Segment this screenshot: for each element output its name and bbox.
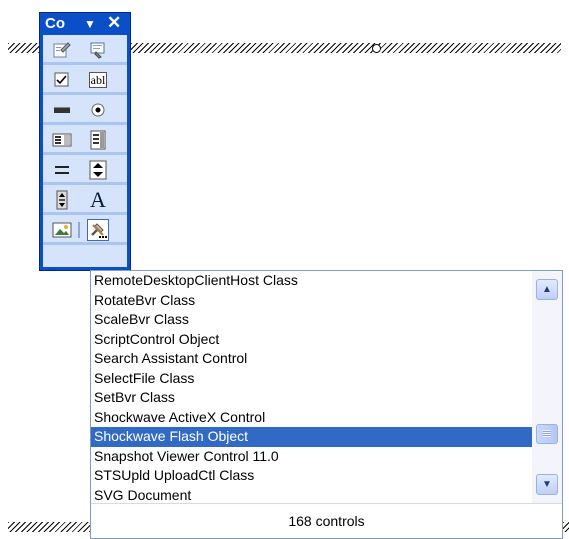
toolbox-buttons: abl A — [43, 35, 127, 267]
combobox-button[interactable] — [87, 129, 109, 151]
selection-border-top-left — [8, 43, 39, 53]
image-button[interactable] — [51, 219, 73, 241]
list-item-selected[interactable]: Shockwave Flash Object — [91, 427, 532, 447]
toolbar-options-icon[interactable]: ▼ — [84, 13, 96, 35]
list-item[interactable]: ScriptControl Object — [91, 330, 532, 350]
toolbox-titlebar[interactable]: Co ▼ ✕ — [40, 13, 130, 35]
spin-button-icon — [56, 190, 68, 210]
vertical-scrollbar[interactable]: ▲ ▼ — [532, 271, 562, 503]
spin-button-button[interactable] — [51, 189, 73, 211]
view-code-icon — [90, 42, 105, 59]
spinner-button[interactable] — [87, 159, 109, 181]
list-item[interactable]: RemoteDesktopClientHost Class — [91, 271, 532, 291]
control-toolbox: Co ▼ ✕ abl A — [39, 12, 131, 271]
combobox-control-icon — [90, 130, 106, 150]
listbox-control-icon — [52, 133, 72, 147]
more-controls-dropdown: RemoteDesktopClientHost Class RotateBvr … — [90, 270, 563, 539]
page-properties-icon — [53, 42, 71, 58]
list-item[interactable]: RotateBvr Class — [91, 291, 532, 311]
more-controls-icon — [91, 223, 107, 238]
listbox-button[interactable] — [51, 129, 73, 151]
list-item[interactable]: STSUpld UploadCtl Class — [91, 466, 532, 486]
chevron-up-icon: ▲ — [542, 284, 552, 295]
label-control-icon: A — [90, 187, 106, 212]
list-item[interactable]: ScaleBvr Class — [91, 310, 532, 330]
more-controls-button[interactable] — [87, 219, 109, 241]
textbox-control-icon: abl — [88, 72, 108, 88]
selection-border-bottom-left — [8, 522, 90, 532]
toolbox-separator — [78, 222, 80, 238]
list-item[interactable]: Search Assistant Control — [91, 349, 532, 369]
scrollbar-button[interactable] — [51, 159, 73, 181]
scrollbar-control-icon — [55, 166, 69, 174]
toolbox-title: Co — [45, 15, 65, 32]
label-button[interactable]: A — [87, 189, 109, 211]
view-code-button[interactable] — [87, 39, 109, 61]
checkbox-control-icon — [54, 72, 69, 87]
scrollbar-thumb[interactable] — [536, 424, 558, 444]
command-button-icon — [54, 107, 70, 113]
properties-button[interactable] — [51, 39, 73, 61]
option-button-button[interactable] — [87, 99, 109, 121]
controls-count: 168 controls — [91, 503, 562, 538]
list-item[interactable]: SetBvr Class — [91, 388, 532, 408]
list-item[interactable]: SelectFile Class — [91, 369, 532, 389]
selection-border-top-right — [131, 43, 561, 53]
close-icon[interactable]: ✕ — [107, 12, 121, 34]
option-button-icon — [91, 103, 105, 117]
list-item[interactable]: Shockwave ActiveX Control — [91, 408, 532, 428]
textbox-button[interactable]: abl — [87, 69, 109, 91]
command-button-button[interactable] — [51, 99, 73, 121]
spinner-control-icon — [89, 160, 107, 180]
selection-border-bottom-right — [563, 522, 569, 532]
controls-list[interactable]: RemoteDesktopClientHost Class RotateBvr … — [91, 271, 532, 503]
chevron-down-icon: ▼ — [542, 479, 552, 490]
resize-handle[interactable] — [372, 44, 381, 53]
list-item[interactable]: Snapshot Viewer Control 11.0 — [91, 447, 532, 467]
image-control-icon — [52, 222, 72, 238]
checkbox-button[interactable] — [51, 69, 73, 91]
scroll-down-button[interactable]: ▼ — [536, 474, 558, 495]
scroll-up-button[interactable]: ▲ — [536, 279, 558, 300]
